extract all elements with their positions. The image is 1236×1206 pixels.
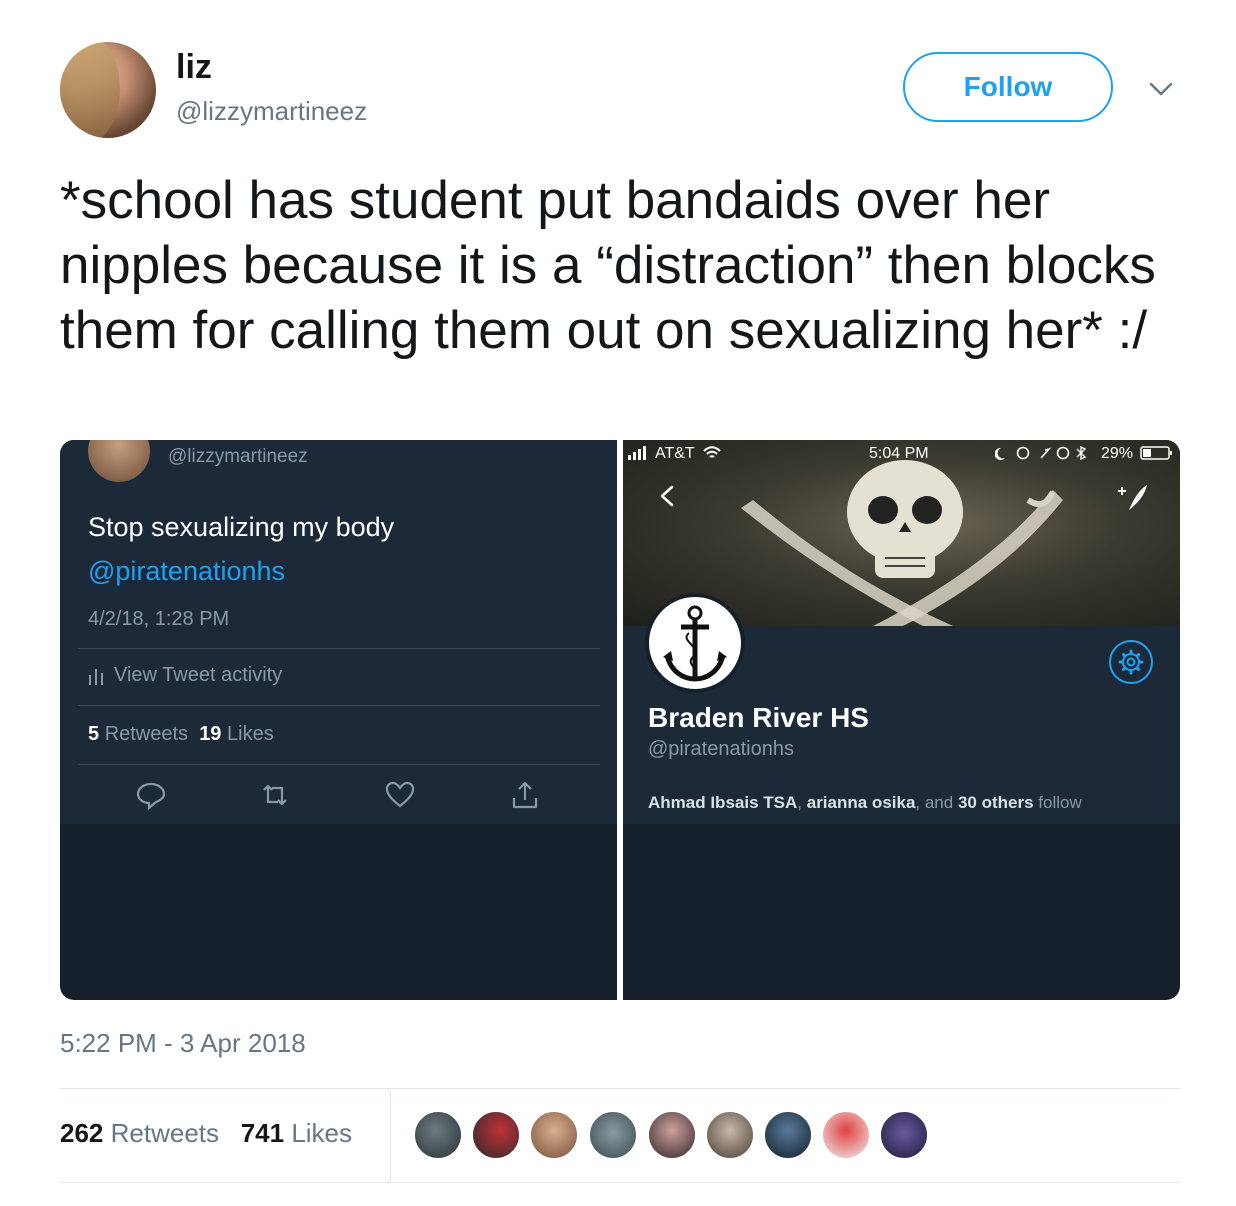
author-avatar[interactable] bbox=[60, 42, 156, 138]
author-handle[interactable]: @lizzymartineez bbox=[176, 96, 367, 127]
follow-button[interactable]: Follow bbox=[903, 52, 1113, 122]
signal-icon bbox=[628, 446, 646, 460]
heart-icon bbox=[385, 781, 415, 808]
tweet-stats: 262 Retweets 741 Likes bbox=[60, 1118, 352, 1149]
liker-avatar[interactable] bbox=[647, 1110, 697, 1160]
tweet-text: *school has student put bandaids over he… bbox=[60, 171, 1156, 360]
tweet-header: liz @lizzymartineez Follow bbox=[60, 42, 1180, 142]
divider bbox=[78, 705, 600, 706]
divider-top bbox=[60, 1088, 1180, 1089]
embedded-activity-row: View Tweet activity bbox=[88, 664, 282, 687]
bar-chart-icon bbox=[89, 668, 103, 685]
profile-handle: @piratenationhs bbox=[648, 738, 794, 760]
profile-avatar bbox=[645, 593, 745, 693]
wifi-icon bbox=[703, 446, 721, 458]
embedded-handle: @lizzymartineez bbox=[168, 446, 308, 467]
embedded-timestamp: 4/2/18, 1:28 PM bbox=[88, 608, 230, 630]
liker-avatar[interactable] bbox=[763, 1110, 813, 1160]
stats-divider bbox=[390, 1090, 391, 1182]
phone-status-bar: AT&T 5:04 PM 29% bbox=[623, 440, 1180, 468]
status-clock: 5:04 PM bbox=[869, 445, 929, 462]
retweet-icon bbox=[263, 784, 287, 806]
embedded-retweets-label: Retweets bbox=[104, 723, 189, 745]
embedded-stats: 5 Retweets 19 Likes bbox=[88, 723, 274, 746]
liker-avatar[interactable] bbox=[588, 1110, 638, 1160]
gear-icon bbox=[1118, 649, 1144, 675]
divider bbox=[78, 764, 600, 765]
embedded-retweets-count: 5 bbox=[88, 723, 100, 745]
compose-icon bbox=[1118, 485, 1147, 510]
chevron-down-icon[interactable] bbox=[1148, 76, 1174, 102]
divider-bottom bbox=[60, 1182, 1180, 1183]
likes-count[interactable]: 741 bbox=[241, 1118, 284, 1148]
author-display-name[interactable]: liz bbox=[176, 48, 212, 87]
followed-by-text: Ahmad Ibsais TSA, arianna osika, and 30 … bbox=[648, 793, 1082, 813]
liker-avatar[interactable] bbox=[879, 1110, 929, 1160]
likes-label[interactable]: Likes bbox=[291, 1118, 352, 1148]
retweets-count[interactable]: 262 bbox=[60, 1118, 103, 1148]
profile-name: Braden River HS bbox=[648, 702, 869, 733]
embedded-action-bar bbox=[130, 778, 550, 814]
embedded-avatar bbox=[88, 440, 150, 482]
follower-2: arianna osika bbox=[806, 793, 916, 812]
follower-1: Ahmad Ibsais TSA bbox=[648, 793, 798, 812]
media-screenshot-right[interactable]: AT&T 5:04 PM 29% Braden River HS @pirate… bbox=[623, 440, 1180, 1000]
tweet-media[interactable]: @lizzymartineez Stop sexualizing my body… bbox=[60, 440, 1180, 1000]
embedded-likes-label: Likes bbox=[227, 723, 274, 745]
liker-avatar[interactable] bbox=[705, 1110, 755, 1160]
embedded-likes-count: 19 bbox=[199, 723, 222, 745]
follow-sep-1: , bbox=[797, 793, 802, 812]
follow-sep-2: , and bbox=[915, 793, 954, 812]
battery-percent: 29% bbox=[1101, 445, 1134, 462]
media-screenshot-left[interactable]: @lizzymartineez Stop sexualizing my body… bbox=[60, 440, 617, 1000]
back-chevron-icon bbox=[660, 485, 674, 507]
divider bbox=[78, 648, 600, 649]
embedded-tweet-text: Stop sexualizing my body bbox=[88, 512, 395, 542]
share-icon bbox=[512, 781, 538, 809]
retweets-label[interactable]: Retweets bbox=[111, 1118, 219, 1148]
carrier-label: AT&T bbox=[655, 445, 695, 462]
battery-icon bbox=[1140, 446, 1172, 460]
liker-avatars bbox=[413, 1110, 933, 1162]
follow-end: follow bbox=[1038, 793, 1082, 812]
reply-icon bbox=[136, 782, 166, 811]
liker-avatar[interactable] bbox=[413, 1110, 463, 1160]
anchor-icon bbox=[663, 605, 727, 682]
embedded-activity-label: View Tweet activity bbox=[114, 664, 283, 686]
liker-avatar[interactable] bbox=[471, 1110, 521, 1160]
follower-others: 30 others bbox=[957, 793, 1034, 812]
settings-gear-button bbox=[1109, 640, 1153, 684]
tweet-timestamp[interactable]: 5:22 PM - 3 Apr 2018 bbox=[60, 1028, 306, 1059]
status-icons bbox=[995, 446, 1087, 460]
avatar-hair bbox=[60, 42, 120, 138]
embedded-mention-link: @piratenationhs bbox=[88, 556, 286, 586]
liker-avatar[interactable] bbox=[821, 1110, 871, 1160]
liker-avatar[interactable] bbox=[529, 1110, 579, 1160]
embedded-tweet: @lizzymartineez Stop sexualizing my body… bbox=[60, 440, 617, 824]
